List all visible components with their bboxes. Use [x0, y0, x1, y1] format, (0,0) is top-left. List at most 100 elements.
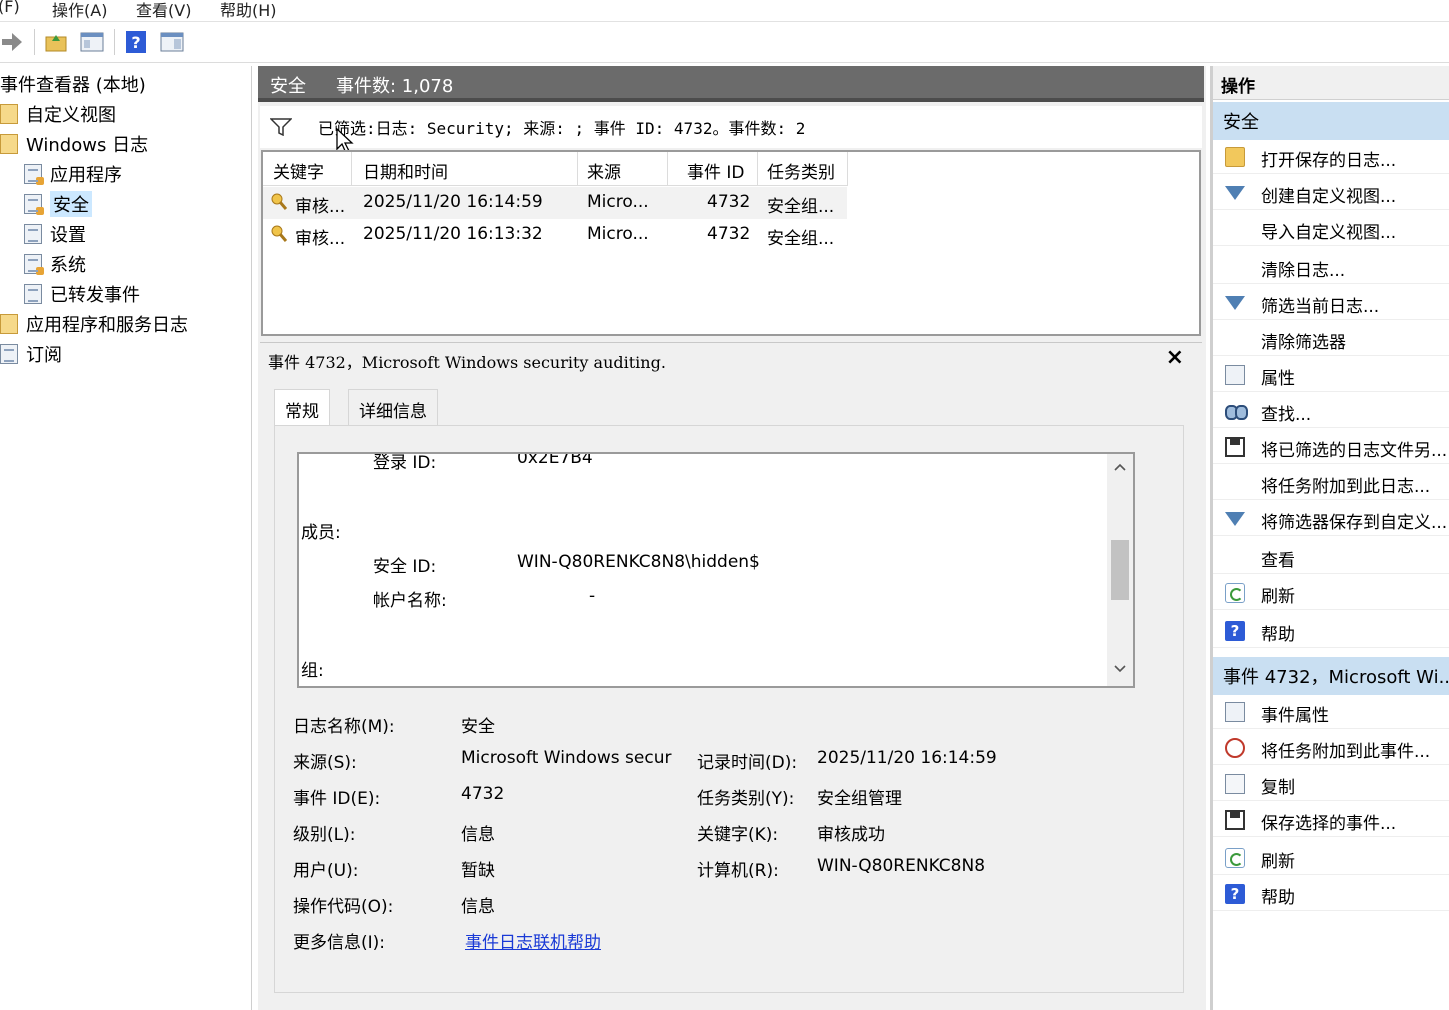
menu-view[interactable]: 查看(V)	[136, 0, 191, 21]
event-detail-pane: 事件 4732，Microsoft Windows security audit…	[260, 342, 1202, 1010]
column-source[interactable]: 来源	[587, 158, 621, 183]
action-refresh[interactable]: 刷新	[1213, 576, 1449, 610]
task-category-value: 安全组管理	[817, 789, 902, 809]
help-icon: ?	[1225, 884, 1245, 904]
actions-section-event[interactable]: 事件 4732，Microsoft Wi...	[1213, 657, 1449, 695]
toolbar: ?	[0, 23, 1449, 63]
action-save-selected-events[interactable]: 保存选择的事件...	[1213, 803, 1449, 837]
properties-icon	[1225, 702, 1245, 722]
tree-item-windows-logs[interactable]: Windows 日志	[0, 130, 148, 158]
audit-key-icon	[271, 225, 287, 242]
actions-section-security[interactable]: 安全	[1213, 102, 1449, 140]
event-message-box[interactable]: 登录 ID: 0x2E7B4 成员: 安全 ID: WIN-Q80RENKC8N…	[297, 452, 1135, 688]
column-divider[interactable]	[667, 152, 668, 186]
chevron-down-icon[interactable]	[1113, 662, 1127, 676]
menu-action[interactable]: 操作(A)	[52, 0, 107, 21]
column-divider[interactable]	[847, 152, 848, 186]
toolbar-separator	[114, 29, 115, 55]
folder-icon	[0, 314, 18, 334]
svg-text:?: ?	[131, 33, 140, 52]
source-value: Microsoft Windows secur	[461, 748, 672, 768]
keywords-value: 审核成功	[817, 825, 885, 845]
refresh-icon	[1225, 848, 1245, 868]
tab-general[interactable]: 常规	[274, 389, 330, 427]
menu-file[interactable]: (F)	[0, 0, 20, 16]
clock-icon	[1225, 738, 1245, 758]
subscription-icon	[0, 344, 18, 364]
action-help[interactable]: ? 帮助	[1213, 614, 1449, 648]
action-clear-log[interactable]: 清除日志...	[1213, 250, 1449, 284]
up-folder-icon[interactable]	[44, 29, 68, 55]
center-pane: 安全 事件数: 1,078 已筛选:日志: Security; 来源: ; 事件…	[258, 66, 1206, 1010]
event-grid: 关键字 日期和时间 来源 事件 ID 任务类别 审核... 2025/11/20…	[261, 150, 1201, 336]
action-save-filtered-log[interactable]: 将已筛选的日志文件另...	[1213, 430, 1449, 464]
action-help-event[interactable]: ? 帮助	[1213, 877, 1449, 911]
event-detail-title: 事件 4732，Microsoft Windows security audit…	[268, 353, 666, 372]
action-refresh-event[interactable]: 刷新	[1213, 841, 1449, 875]
funnel-icon	[1225, 186, 1245, 200]
filter-text: 已筛选:日志: Security; 来源: ; 事件 ID: 4732。事件数:…	[318, 119, 806, 138]
action-clear-filter[interactable]: 清除筛选器	[1213, 322, 1449, 356]
actions-header: 操作	[1213, 66, 1449, 100]
log-icon	[24, 194, 44, 215]
tab-details[interactable]: 详细信息	[348, 389, 438, 427]
action-properties[interactable]: 属性	[1213, 358, 1449, 392]
action-save-filter-to-custom-view[interactable]: 将筛选器保存到自定义...	[1213, 502, 1449, 536]
tree-item-application[interactable]: 应用程序	[24, 160, 122, 188]
close-icon[interactable]: ×	[1166, 345, 1184, 370]
column-divider[interactable]	[577, 152, 578, 186]
log-header-count: 事件数: 1,078	[336, 76, 454, 97]
action-view[interactable]: 查看	[1213, 540, 1449, 574]
column-keyword[interactable]: 关键字	[273, 158, 324, 183]
action-attach-task-to-log[interactable]: 将任务附加到此日志...	[1213, 466, 1449, 500]
scrollbar-thumb[interactable]	[1111, 540, 1129, 600]
menu-help[interactable]: 帮助(H)	[220, 0, 277, 21]
column-divider[interactable]	[757, 152, 758, 186]
action-attach-task-to-event[interactable]: 将任务附加到此事件...	[1213, 731, 1449, 765]
log-icon	[24, 224, 42, 244]
help-icon[interactable]: ?	[124, 29, 148, 55]
grid-header: 关键字 日期和时间 来源 事件 ID 任务类别	[263, 152, 848, 186]
tree-item-app-service-logs[interactable]: 应用程序和服务日志	[0, 310, 188, 338]
tree-item-subscriptions[interactable]: 订阅	[0, 340, 62, 368]
log-name-value: 安全	[461, 717, 495, 737]
chevron-up-icon[interactable]	[1113, 460, 1127, 474]
show-pane-icon[interactable]	[160, 29, 184, 55]
message-scrollbar[interactable]	[1107, 454, 1133, 686]
binoculars-icon	[1225, 401, 1248, 421]
action-filter-current-log[interactable]: 筛选当前日志...	[1213, 286, 1449, 320]
action-open-saved-log[interactable]: 打开保存的日志...	[1213, 140, 1449, 174]
opcode-value: 信息	[461, 897, 495, 917]
online-help-link[interactable]: 事件日志联机帮助	[465, 928, 601, 953]
column-divider[interactable]	[351, 152, 352, 186]
event-id-value: 4732	[461, 784, 505, 804]
action-copy[interactable]: 复制	[1213, 767, 1449, 801]
save-icon	[1225, 810, 1245, 830]
properties-icon	[1225, 365, 1245, 385]
tree-item-forwarded-events[interactable]: 已转发事件	[24, 280, 140, 308]
event-row[interactable]: 审核... 2025/11/20 16:14:59 Micro... 4732 …	[263, 187, 847, 219]
column-event-id[interactable]: 事件 ID	[687, 158, 745, 183]
tree-item-system[interactable]: 系统	[24, 250, 86, 278]
funnel-icon	[1225, 296, 1245, 310]
folder-icon	[0, 134, 18, 154]
filter-bar: 已筛选:日志: Security; 来源: ; 事件 ID: 4732。事件数:…	[260, 106, 1202, 154]
column-category[interactable]: 任务类别	[767, 158, 835, 183]
log-icon	[24, 284, 42, 304]
toolbar-separator	[34, 29, 35, 55]
tree-root[interactable]: 事件查看器 (本地)	[0, 70, 146, 98]
action-event-properties[interactable]: 事件属性	[1213, 695, 1449, 729]
column-datetime[interactable]: 日期和时间	[363, 158, 448, 183]
console-tree-icon[interactable]	[80, 29, 104, 55]
event-row[interactable]: 审核... 2025/11/20 16:13:32 Micro... 4732 …	[263, 219, 847, 251]
refresh-icon	[1225, 583, 1245, 603]
console-tree: 事件查看器 (本地) 自定义视图 Windows 日志 应用程序 安全 设置 系…	[0, 66, 252, 1010]
save-icon	[1225, 437, 1245, 457]
action-import-custom-view[interactable]: 导入自定义视图...	[1213, 212, 1449, 246]
action-create-custom-view[interactable]: 创建自定义视图...	[1213, 176, 1449, 210]
tree-item-security[interactable]: 安全	[24, 190, 92, 218]
tree-item-setup[interactable]: 设置	[24, 220, 86, 248]
tree-item-custom-views[interactable]: 自定义视图	[0, 100, 116, 128]
forward-icon[interactable]	[0, 29, 24, 55]
action-find[interactable]: 查找...	[1213, 394, 1449, 428]
